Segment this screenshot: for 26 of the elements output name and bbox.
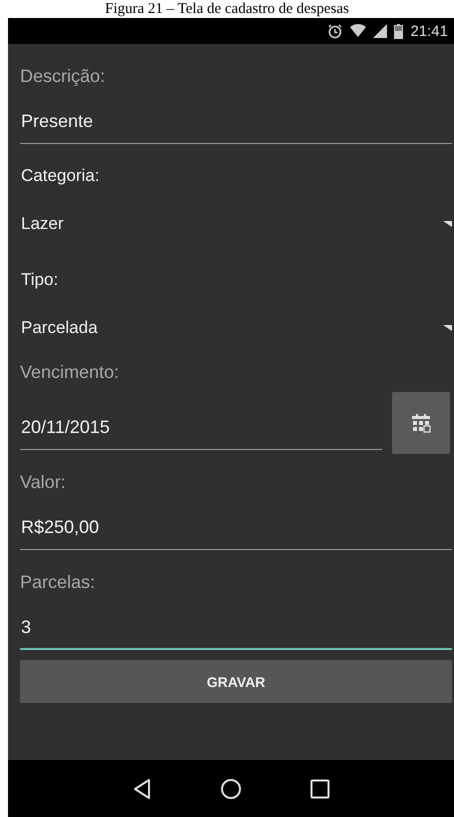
signal-icon <box>373 24 388 38</box>
calendar-button[interactable] <box>392 392 450 454</box>
battery-icon <box>394 24 404 38</box>
save-button[interactable]: GRAVAR <box>20 660 452 703</box>
clock-time: 21:41 <box>410 22 448 40</box>
field-label: Descrição: <box>20 64 106 88</box>
wifi-icon <box>350 24 366 38</box>
field-label: Valor: <box>20 470 67 494</box>
dropdown[interactable]: Lazer <box>20 200 454 248</box>
field-label: Tipo: <box>20 269 60 291</box>
dropdown-arrow-icon <box>443 325 452 331</box>
input-field[interactable]: 3 <box>20 608 452 650</box>
dropdown-arrow-icon <box>443 221 452 227</box>
figure-caption: Figura 21 – Tela de cadastro de despesas <box>104 0 350 18</box>
field-label: Parcelas: <box>20 570 96 594</box>
alarm-clock-icon <box>327 23 344 39</box>
input-field[interactable]: R$250,00 <box>20 508 452 550</box>
calendar-icon <box>410 412 432 434</box>
home-icon[interactable] <box>220 778 242 800</box>
back-icon[interactable] <box>132 778 152 800</box>
input-field[interactable]: Presente <box>20 102 452 144</box>
field-label: Vencimento: <box>20 360 120 384</box>
field-label: Categoria: <box>20 165 100 187</box>
recent-apps-icon[interactable] <box>310 778 330 798</box>
dropdown[interactable]: Parcelada <box>20 304 454 352</box>
date-field[interactable]: 20/11/2015 <box>20 408 382 450</box>
